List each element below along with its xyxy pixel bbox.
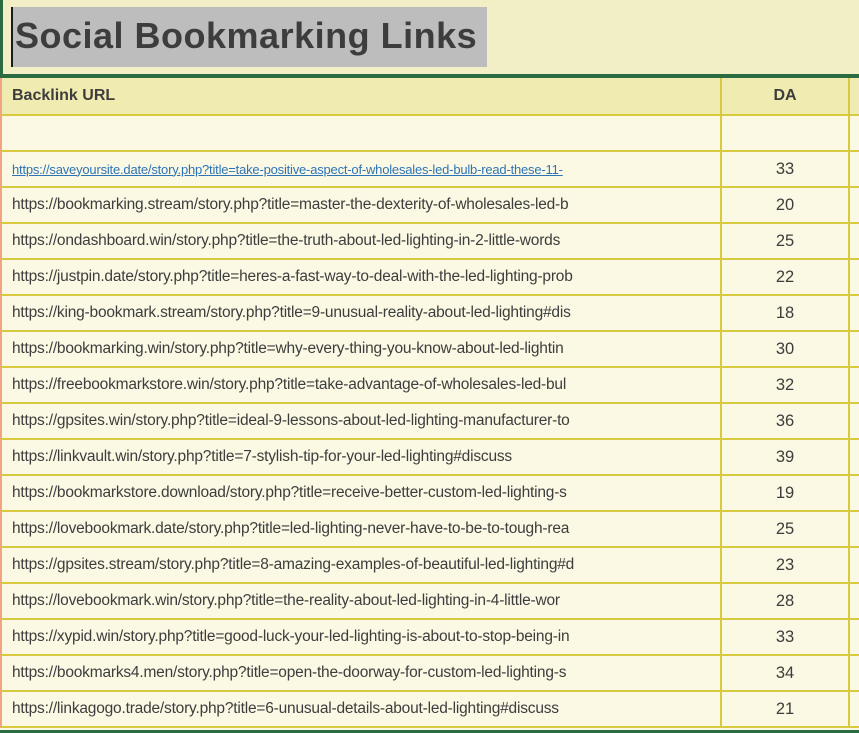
url-cell: https://ondashboard.win/story.php?title=… [2,224,720,258]
url-cell: https://bookmarkstore.download/story.php… [2,476,720,510]
da-cell: 19 [720,476,850,510]
da-cell: 28 [720,584,850,618]
da-cell: 34 [720,656,850,690]
table-row: https://bookmarking.stream/story.php?tit… [0,188,859,224]
table-row: https://lovebookmark.date/story.php?titl… [0,512,859,548]
url-cell-text: https://lovebookmark.win/story.php?title… [12,592,560,609]
table-row: https://bookmarkstore.download/story.php… [0,476,859,512]
table-row: https://xypid.win/story.php?title=good-l… [0,620,859,656]
url-cell: https://xypid.win/story.php?title=good-l… [2,620,720,654]
da-cell: 25 [720,512,850,546]
title-area: Social Bookmarking Links [0,0,859,74]
spreadsheet-view: Social Bookmarking Links Backlink URL DA… [0,0,859,733]
da-cell: 21 [720,692,850,726]
table-row: https://bookmarking.win/story.php?title=… [0,332,859,368]
url-cell: https://king-bookmark.stream/story.php?t… [2,296,720,330]
url-cell: https://bookmarking.win/story.php?title=… [2,332,720,366]
table-row: https://lovebookmark.win/story.php?title… [0,584,859,620]
table-row: https://freebookmarkstore.win/story.php?… [0,368,859,404]
table-row: https://king-bookmark.stream/story.php?t… [0,296,859,332]
url-cell-text: https://linkvault.win/story.php?title=7-… [12,448,512,465]
url-cell-text: https://gpsites.win/story.php?title=idea… [12,412,570,429]
url-cell: https://lovebookmark.date/story.php?titl… [2,512,720,546]
url-cell-text: https://linkagogo.trade/story.php?title=… [12,700,559,717]
table-body: https://saveyoursite.date/story.php?titl… [0,116,859,728]
url-cell: https://linkagogo.trade/story.php?title=… [2,692,720,726]
table-row: https://linkvault.win/story.php?title=7-… [0,440,859,476]
da-cell: 23 [720,548,850,582]
url-cell-text: https://gpsites.stream/story.php?title=8… [12,556,575,573]
title-selection-highlight: Social Bookmarking Links [11,7,488,67]
page-title[interactable]: Social Bookmarking Links [15,15,477,57]
url-cell-text: https://bookmarkstore.download/story.php… [12,484,567,501]
da-cell: 33 [720,620,850,654]
table-header-row: Backlink URL DA [0,78,859,116]
da-cell: 18 [720,296,850,330]
url-cell-text: https://lovebookmark.date/story.php?titl… [12,520,570,537]
da-cell: 22 [720,260,850,294]
url-cell: https://gpsites.stream/story.php?title=8… [2,548,720,582]
da-cell: 25 [720,224,850,258]
table-row: https://ondashboard.win/story.php?title=… [0,224,859,260]
url-cell-text: https://king-bookmark.stream/story.php?t… [12,304,571,321]
url-cell: https://bookmarks4.men/story.php?title=o… [2,656,720,690]
url-cell: https://linkvault.win/story.php?title=7-… [2,440,720,474]
table-row [0,116,859,152]
da-cell: 30 [720,332,850,366]
da-cell: 20 [720,188,850,222]
da-cell: 39 [720,440,850,474]
column-header-backlink-url: Backlink URL [12,87,116,104]
url-cell-text: https://xypid.win/story.php?title=good-l… [12,628,570,645]
url-cell-text: https://ondashboard.win/story.php?title=… [12,232,561,249]
column-header-da: DA [720,78,850,114]
url-cell-text: https://bookmarks4.men/story.php?title=o… [12,664,567,681]
table-row: https://gpsites.win/story.php?title=idea… [0,404,859,440]
url-cell: https://gpsites.win/story.php?title=idea… [2,404,720,438]
url-cell: https://freebookmarkstore.win/story.php?… [2,368,720,402]
url-cell-text: https://justpin.date/story.php?title=her… [12,268,573,285]
da-cell: 33 [720,152,850,186]
table-row: https://bookmarks4.men/story.php?title=o… [0,656,859,692]
table-row: https://linkagogo.trade/story.php?title=… [0,692,859,728]
url-cell: https://lovebookmark.win/story.php?title… [2,584,720,618]
url-cell-text: https://freebookmarkstore.win/story.php?… [12,376,567,393]
url-cell-text: https://bookmarking.stream/story.php?tit… [12,196,569,213]
url-cell [2,116,720,150]
url-cell: https://bookmarking.stream/story.php?tit… [2,188,720,222]
url-cell-text: https://bookmarking.win/story.php?title=… [12,340,564,357]
table-row: https://saveyoursite.date/story.php?titl… [0,152,859,188]
da-cell: 36 [720,404,850,438]
da-cell: 32 [720,368,850,402]
table-row: https://gpsites.stream/story.php?title=8… [0,548,859,584]
da-cell [720,116,850,150]
table-row: https://justpin.date/story.php?title=her… [0,260,859,296]
backlink-url-link[interactable]: https://saveyoursite.date/story.php?titl… [12,162,563,177]
url-cell: https://justpin.date/story.php?title=her… [2,260,720,294]
url-cell: https://saveyoursite.date/story.php?titl… [2,152,720,186]
